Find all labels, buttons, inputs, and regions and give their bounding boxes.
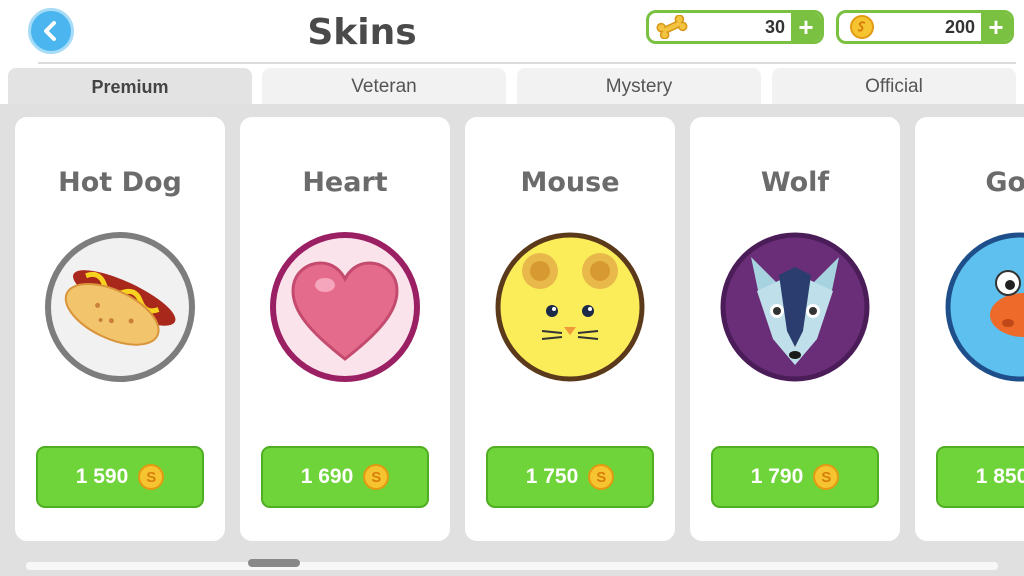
skins-list: Hot Dog 1 590 S Heart 1 690 S Mouse 1 75… <box>0 104 1024 576</box>
bones-count: 30 <box>764 16 785 37</box>
skin-card-wolf[interactable]: Wolf 1 790 S <box>690 117 900 541</box>
coins-balance: 200 + <box>836 10 1014 44</box>
skin-name: Hot Dog <box>58 167 182 198</box>
tab-veteran[interactable]: Veteran <box>262 68 506 106</box>
bone-icon <box>653 13 691 41</box>
tab-premium[interactable]: Premium <box>8 68 252 106</box>
horizontal-scrollbar[interactable] <box>26 562 998 570</box>
skin-card-hot-dog[interactable]: Hot Dog 1 590 S <box>15 117 225 541</box>
tab-bar: Premium Veteran Mystery Official <box>8 68 1024 106</box>
add-coins-button[interactable]: + <box>981 13 1011 41</box>
skin-name: Heart <box>302 167 388 198</box>
buy-button[interactable]: 1 750 S <box>486 446 654 508</box>
skin-name: Mouse <box>520 167 620 198</box>
price-label: 1 690 <box>300 465 354 488</box>
skin-card-mouse[interactable]: Mouse 1 750 S <box>465 117 675 541</box>
skin-card-gold[interactable]: Gold 1 850 S <box>915 117 1024 541</box>
header-divider <box>38 62 1016 64</box>
skin-name: Gold <box>985 167 1024 198</box>
coin-icon: S <box>588 464 615 490</box>
scrollbar-thumb[interactable] <box>248 559 300 567</box>
page-title: Skins <box>307 12 417 53</box>
coin-icon: S <box>138 464 165 490</box>
hot-dog-icon <box>44 231 196 383</box>
price-label: 1 750 <box>525 465 579 488</box>
price-label: 1 790 <box>750 465 804 488</box>
wolf-icon <box>719 231 871 383</box>
buy-button[interactable]: 1 790 S <box>711 446 879 508</box>
coins-count: 200 <box>944 16 975 37</box>
buy-button[interactable]: 1 850 S <box>936 446 1024 508</box>
coin-icon: S <box>813 464 840 490</box>
goldfish-icon <box>944 231 1024 383</box>
header: Skins 30 + 200 + <box>0 0 1024 64</box>
tab-mystery[interactable]: Mystery <box>517 68 761 106</box>
tab-official[interactable]: Official <box>772 68 1016 106</box>
buy-button[interactable]: 1 690 S <box>261 446 429 508</box>
price-label: 1 590 <box>75 465 129 488</box>
buy-button[interactable]: 1 590 S <box>36 446 204 508</box>
coin-icon: S <box>363 464 390 490</box>
price-label: 1 850 <box>975 465 1024 488</box>
mouse-icon <box>494 231 646 383</box>
heart-icon <box>269 231 421 383</box>
coin-icon <box>843 13 881 41</box>
skin-name: Wolf <box>760 167 830 198</box>
skin-card-heart[interactable]: Heart 1 690 S <box>240 117 450 541</box>
bones-balance: 30 + <box>646 10 824 44</box>
add-bones-button[interactable]: + <box>791 13 821 41</box>
